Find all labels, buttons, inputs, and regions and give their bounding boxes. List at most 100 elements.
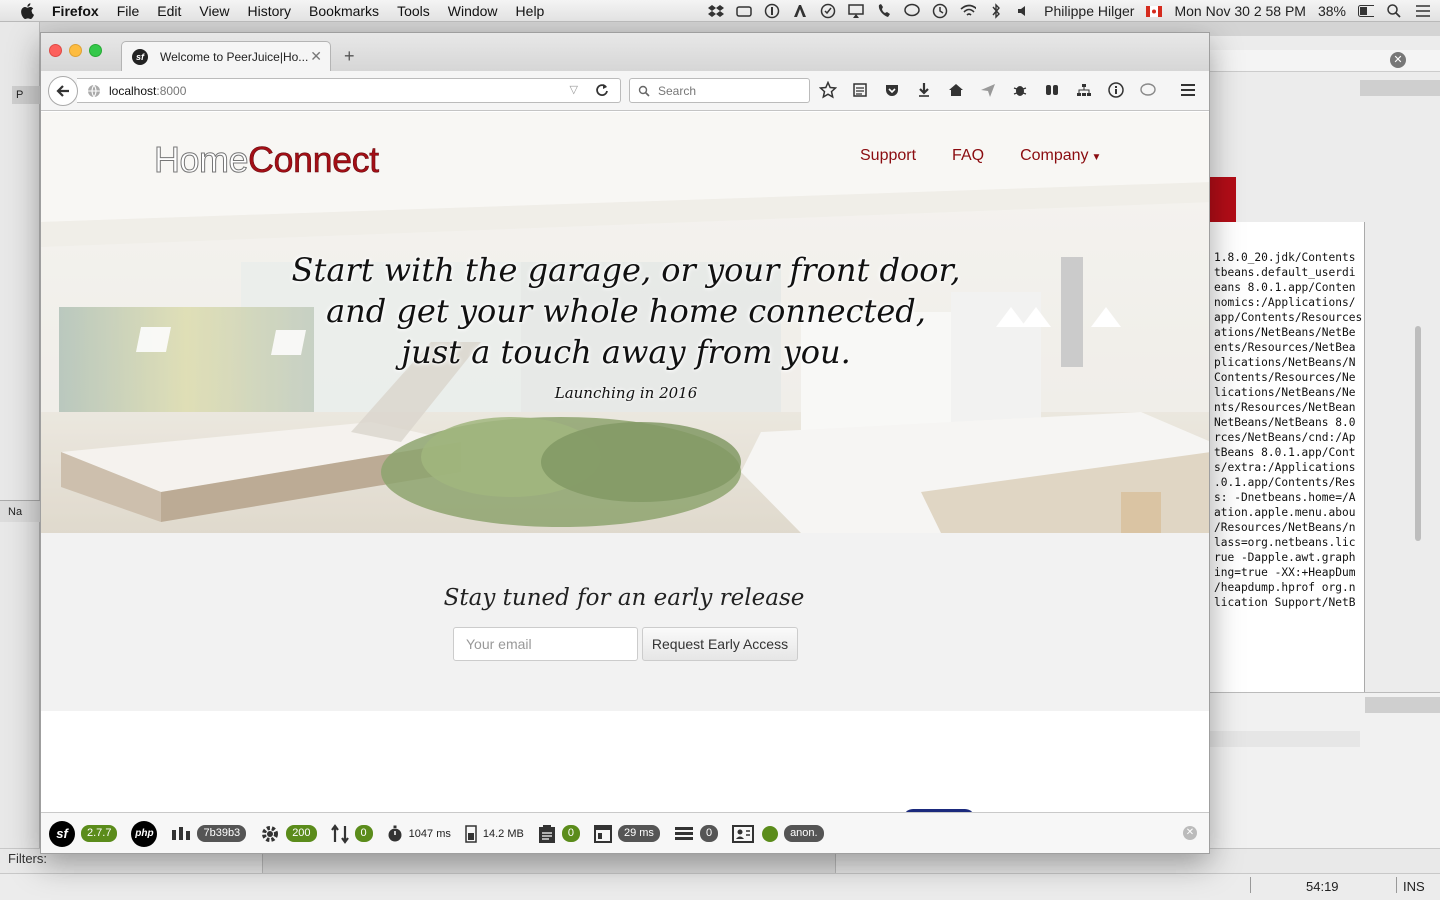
time-machine-icon[interactable] xyxy=(932,3,948,19)
checkmark-circle-icon[interactable] xyxy=(820,3,836,19)
send-icon[interactable] xyxy=(979,81,997,99)
home-icon[interactable] xyxy=(947,81,965,99)
download-icon[interactable] xyxy=(915,81,933,99)
menu-history[interactable]: History xyxy=(247,3,291,19)
sf-routes-badge: 0 xyxy=(354,825,373,842)
adobe-icon[interactable] xyxy=(792,3,808,19)
battery-percent[interactable]: 38% xyxy=(1318,3,1346,19)
logo-home-text: Home xyxy=(153,139,249,180)
bookmark-star-icon[interactable] xyxy=(819,81,837,99)
background-red-block xyxy=(1210,177,1236,223)
sitemap-icon[interactable] xyxy=(1075,81,1093,99)
airplay-icon[interactable] xyxy=(848,3,864,19)
sf-logs-item[interactable]: 0 xyxy=(538,824,580,844)
spotlight-search-icon[interactable] xyxy=(1386,3,1402,19)
tagline-line-2: and get your whole home connected, xyxy=(326,292,926,330)
volume-icon[interactable] xyxy=(1016,3,1032,19)
sf-twig-item[interactable]: 29 ms xyxy=(593,824,660,843)
status-dot-icon xyxy=(762,825,779,842)
dropbox-icon[interactable] xyxy=(708,3,725,19)
menu-hamburger-icon[interactable] xyxy=(1179,82,1197,98)
chat-bubble-icon[interactable] xyxy=(904,3,920,19)
menu-file[interactable]: File xyxy=(117,3,140,19)
zoom-window-button[interactable] xyxy=(89,44,102,57)
sf-routes-item[interactable]: 0 xyxy=(330,823,373,844)
logo-connect-text: Connect xyxy=(248,139,380,180)
reload-icon[interactable] xyxy=(594,82,610,98)
status-separator xyxy=(1250,877,1251,893)
site-logo[interactable]: HomeConnect xyxy=(153,139,380,180)
menu-bookmarks[interactable]: Bookmarks xyxy=(309,3,379,19)
canada-flag-icon[interactable] xyxy=(1146,3,1163,19)
request-early-access-button[interactable]: Request Early Access xyxy=(642,627,798,661)
back-arrow-icon xyxy=(56,85,69,97)
extension-icon[interactable] xyxy=(1043,81,1061,99)
sf-token-badge: 7b39b3 xyxy=(197,825,247,842)
menubar-user[interactable]: Philippe Hilger xyxy=(1044,3,1134,19)
hero-tagline: Start with the garage, or your front doo… xyxy=(221,250,1031,373)
info-circle-icon[interactable] xyxy=(764,3,780,19)
email-field[interactable] xyxy=(453,627,638,661)
url-bar[interactable]: localhost:8000 ▽ xyxy=(77,78,621,103)
console-text: 1.8.0_20.jdk/Contents tbeans.default_use… xyxy=(1214,251,1363,609)
url-dropdown-icon[interactable]: ▽ xyxy=(570,83,578,96)
nav-support[interactable]: Support xyxy=(860,147,916,165)
background-ide-lower-line xyxy=(1210,731,1360,747)
signup-section: Stay tuned for an early release Request … xyxy=(41,533,1209,711)
chat-icon[interactable] xyxy=(1139,81,1157,99)
nav-company[interactable]: Company ▼ xyxy=(1020,147,1101,165)
sf-token-item[interactable]: 7b39b3 xyxy=(171,825,247,842)
menu-window[interactable]: Window xyxy=(448,3,498,19)
launch-text: Launching in 2016 xyxy=(554,384,698,402)
stopwatch-icon xyxy=(388,825,402,841)
sf-status-item[interactable]: 200 xyxy=(260,824,317,844)
pocket-icon[interactable] xyxy=(883,81,901,99)
notification-center-icon[interactable] xyxy=(1414,3,1430,19)
menu-help[interactable]: Help xyxy=(516,3,545,19)
status-separator xyxy=(1396,877,1397,893)
drive-icon[interactable] xyxy=(736,3,752,19)
bug-icon[interactable] xyxy=(1011,81,1029,99)
close-tab-icon[interactable]: ✕ xyxy=(310,48,322,65)
new-tab-icon[interactable]: + xyxy=(344,46,355,67)
back-button[interactable] xyxy=(48,76,78,106)
sf-memory-value: 14.2 MB xyxy=(482,827,524,840)
reading-list-icon[interactable] xyxy=(851,81,869,99)
minimize-window-button[interactable] xyxy=(69,44,82,57)
sf-user-badge: anon. xyxy=(784,825,824,842)
close-window-button[interactable] xyxy=(49,44,62,57)
background-ide-lower-header xyxy=(1365,697,1440,713)
sf-db-item[interactable]: 0 xyxy=(674,825,719,843)
site-nav: Support FAQ Company ▼ xyxy=(860,147,1101,165)
bluetooth-icon[interactable] xyxy=(988,3,1004,19)
info-icon[interactable] xyxy=(1107,81,1125,99)
menubar-clock[interactable]: Mon Nov 30 2 58 PM xyxy=(1174,3,1306,19)
background-console-output: 1.8.0_20.jdk/Contents tbeans.default_use… xyxy=(1210,222,1365,692)
sf-user-item[interactable]: anon. xyxy=(732,824,824,843)
search-input[interactable]: Search xyxy=(629,78,810,103)
sf-status-badge: 200 xyxy=(286,825,317,842)
nav-faq[interactable]: FAQ xyxy=(952,147,984,165)
menu-edit[interactable]: Edit xyxy=(157,3,181,19)
search-icon xyxy=(638,85,650,97)
browser-tab[interactable]: sf Welcome to PeerJuice|Ho... ✕ xyxy=(121,41,331,71)
sf-php-item[interactable]: php xyxy=(131,820,158,847)
macos-menubar: Firefox File Edit View History Bookmarks… xyxy=(0,0,1440,22)
menu-tools[interactable]: Tools xyxy=(397,3,430,19)
wifi-icon[interactable] xyxy=(960,3,977,19)
sf-memory-item[interactable]: 14.2 MB xyxy=(465,824,524,843)
background-ide-right: ✕ 1.8.0_20.jdk/Contents tbeans.default_u… xyxy=(1210,36,1440,900)
sf-version-item[interactable]: sf 2.7.7 xyxy=(49,820,118,847)
background-ide-toolbar xyxy=(1360,80,1440,96)
sf-time-item[interactable]: 1047 ms xyxy=(387,825,451,843)
menu-view[interactable]: View xyxy=(199,3,229,19)
battery-icon[interactable] xyxy=(1358,3,1374,19)
url-port: :8000 xyxy=(156,83,187,98)
close-toolbar-icon[interactable]: ✕ xyxy=(1183,826,1197,840)
apple-icon[interactable] xyxy=(20,2,38,20)
menu-app-name[interactable]: Firefox xyxy=(52,3,99,19)
phone-icon[interactable] xyxy=(876,3,892,19)
cursor-position: 54:19 xyxy=(1306,879,1339,894)
sf-db-badge: 0 xyxy=(699,825,719,842)
insert-mode: INS xyxy=(1403,879,1425,894)
